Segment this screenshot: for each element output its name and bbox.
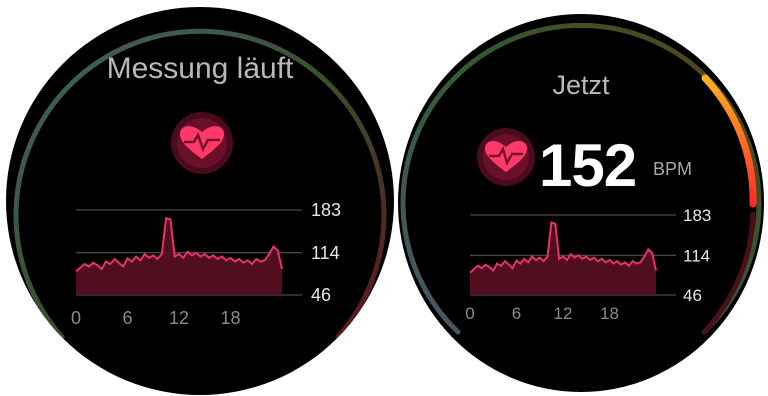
heart-pulse-icon xyxy=(171,112,233,174)
x-tick-label: 18 xyxy=(220,308,240,328)
heart-icon-and-chart: 183 114 46 0 6 12 18 xyxy=(465,128,711,323)
x-tick-label: 12 xyxy=(169,308,189,328)
heart-rate-unit: BPM xyxy=(653,159,693,179)
measuring-watch-face: Messung läuft 183 114 46 0 6 12 18 xyxy=(6,7,394,395)
x-tick-label: 6 xyxy=(512,304,521,323)
y-tick-label: 114 xyxy=(311,243,340,263)
x-tick-label: 18 xyxy=(600,304,619,323)
y-tick-label: 46 xyxy=(683,286,702,305)
heart-rate-area xyxy=(76,218,282,295)
heart-rate-chart: 183 114 46 0 6 12 18 xyxy=(71,200,341,328)
heart-icon-and-chart: 183 114 46 0 6 12 18 xyxy=(71,112,341,328)
y-tick-label: 183 xyxy=(311,200,341,220)
x-tick-label: 6 xyxy=(122,308,132,328)
now-watch-face: Jetzt 183 114 46 0 6 12 18 152 BPM xyxy=(398,14,764,392)
x-tick-label: 12 xyxy=(554,304,573,323)
y-tick-label: 46 xyxy=(311,285,331,305)
x-tick-label: 0 xyxy=(71,308,81,328)
y-tick-label: 114 xyxy=(683,246,710,265)
heart-rate-value: 152 xyxy=(539,132,637,199)
y-tick-label: 183 xyxy=(683,206,711,225)
heart-rate-area xyxy=(470,222,656,295)
heart-pulse-icon xyxy=(477,128,535,186)
heart-rate-chart: 183 114 46 0 6 12 18 xyxy=(465,206,711,323)
x-tick-label: 0 xyxy=(465,304,474,323)
